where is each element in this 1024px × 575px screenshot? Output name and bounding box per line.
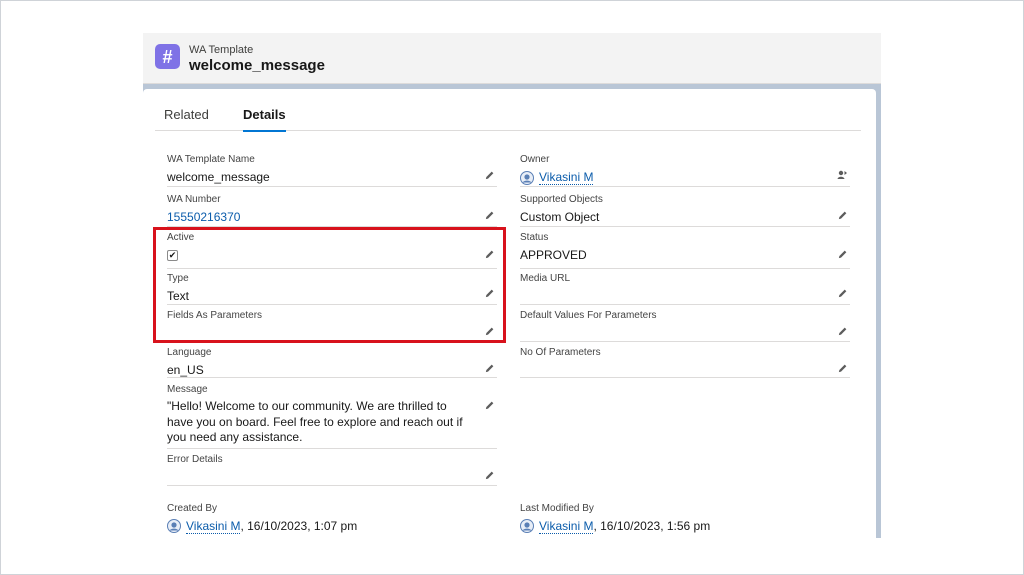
field-value: en_US	[167, 363, 204, 377]
field-label: Error Details	[167, 454, 223, 465]
field-value: APPROVED	[520, 248, 587, 262]
record-page: # WA Template welcome_message Related De…	[143, 33, 881, 538]
pencil-icon[interactable]	[836, 209, 848, 221]
tab-related[interactable]: Related	[164, 107, 209, 130]
field-message: Message "Hello! Welcome to our community…	[167, 384, 497, 449]
owner-value: Vikasini M	[520, 170, 594, 185]
pencil-icon[interactable]	[483, 287, 495, 299]
field-label: Language	[167, 347, 212, 358]
created-by-value: Vikasini M, 16/10/2023, 1:07 pm	[167, 519, 358, 534]
field-label: Active	[167, 232, 195, 243]
field-created-by: Created By Vikasini M, 16/10/2023, 1:07 …	[167, 503, 497, 537]
field-label: Last Modified By	[520, 503, 594, 514]
tab-details[interactable]: Details	[243, 107, 286, 132]
field-label: Owner	[520, 154, 550, 165]
owner-link[interactable]: Vikasini M	[539, 170, 594, 185]
record-header: # WA Template welcome_message	[143, 33, 881, 84]
message-text: "Hello! Welcome to our community. We are…	[167, 399, 463, 444]
created-by-link[interactable]: Vikasini M	[186, 519, 241, 534]
field-label: Media URL	[520, 273, 571, 284]
user-avatar-icon	[167, 519, 181, 533]
field-label: Status	[520, 232, 549, 243]
field-value: Custom Object	[520, 210, 600, 224]
pencil-icon[interactable]	[483, 325, 495, 337]
field-label: Supported Objects	[520, 194, 603, 205]
record-title: welcome_message	[189, 57, 325, 74]
field-default-values: Default Values For Parameters	[520, 310, 850, 342]
last-modified-by-value: Vikasini M, 16/10/2023, 1:56 pm	[520, 519, 711, 534]
pencil-icon[interactable]	[836, 362, 848, 374]
wa-number-link[interactable]: 15550216370	[167, 210, 240, 224]
modified-timestamp: , 16/10/2023, 1:56 pm	[593, 519, 711, 533]
field-language: Language en_US	[167, 347, 497, 378]
last-modified-by-link[interactable]: Vikasini M	[539, 519, 594, 534]
pencil-icon[interactable]	[483, 399, 495, 411]
field-no-of-parameters: No Of Parameters	[520, 347, 850, 378]
tab-bar: Related Details	[155, 89, 861, 132]
field-value: welcome_message	[167, 170, 270, 184]
field-label: WA Number	[167, 194, 221, 205]
field-supported-objects: Supported Objects Custom Object	[520, 194, 850, 227]
user-avatar-icon	[520, 519, 534, 533]
field-fields-as-parameters: Fields As Parameters	[167, 310, 497, 342]
created-timestamp: , 16/10/2023, 1:07 pm	[240, 519, 358, 533]
field-type: Type Text	[167, 273, 497, 305]
pencil-icon[interactable]	[483, 362, 495, 374]
active-checkbox[interactable]: ✔	[167, 250, 178, 261]
field-media-url: Media URL	[520, 273, 850, 305]
change-owner-icon[interactable]	[836, 169, 848, 181]
field-wa-number: WA Number 15550216370	[167, 194, 497, 227]
pencil-icon[interactable]	[483, 209, 495, 221]
field-last-modified-by: Last Modified By Vikasini M, 16/10/2023,…	[520, 503, 850, 537]
pencil-icon[interactable]	[836, 248, 848, 260]
field-active: Active ✔	[167, 232, 497, 269]
field-label: Message	[167, 384, 208, 395]
field-label: Created By	[167, 503, 218, 514]
field-template-name: WA Template Name welcome_message	[167, 154, 497, 187]
field-label: Default Values For Parameters	[520, 310, 657, 321]
field-label: Fields As Parameters	[167, 310, 263, 321]
details-card: Related Details WA Template Name welcome…	[143, 89, 876, 538]
field-label: Type	[167, 273, 189, 284]
field-error-details: Error Details	[167, 454, 497, 486]
field-value: Text	[167, 289, 190, 303]
hashtag-icon: #	[155, 44, 180, 69]
field-label: WA Template Name	[167, 154, 255, 165]
field-owner: Owner Vikasini M	[520, 154, 850, 187]
pencil-icon[interactable]	[483, 248, 495, 260]
pencil-icon[interactable]	[836, 325, 848, 337]
pencil-icon[interactable]	[483, 469, 495, 481]
field-label: No Of Parameters	[520, 347, 601, 358]
object-type-label: WA Template	[189, 44, 254, 56]
user-avatar-icon	[520, 170, 534, 185]
field-status: Status APPROVED	[520, 232, 850, 269]
pencil-icon[interactable]	[483, 169, 495, 181]
pencil-icon[interactable]	[836, 287, 848, 299]
